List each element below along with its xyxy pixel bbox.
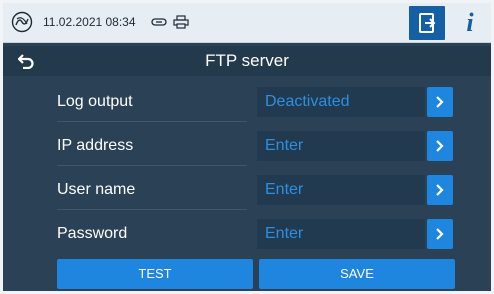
datetime: 11.02.2021 08:34 (43, 15, 136, 29)
card-icon (151, 18, 167, 26)
back-icon[interactable] (17, 53, 35, 69)
row-label: Password (57, 225, 128, 242)
password-open-button[interactable] (427, 219, 453, 249)
log-output-value[interactable]: Deactivated (257, 87, 425, 117)
setting-row-user-name: User name Enter (3, 173, 491, 213)
logout-button[interactable] (409, 6, 445, 40)
chevron-right-icon (436, 228, 444, 240)
device-logo-icon (11, 11, 33, 33)
setting-row-ip-address: IP address Enter (3, 129, 491, 169)
screen: 11.02.2021 08:34 i FTP server Log output… (3, 3, 491, 291)
log-output-open-button[interactable] (427, 87, 453, 117)
page-title: FTP server (205, 51, 289, 70)
setting-row-log-output: Log output Deactivated (3, 85, 491, 125)
ip-address-field[interactable]: Enter (257, 131, 425, 161)
save-button[interactable]: SAVE (259, 259, 455, 289)
row-divider (57, 165, 247, 166)
chevron-right-icon (436, 140, 444, 152)
title-bar: FTP server (3, 46, 491, 76)
chevron-right-icon (436, 96, 444, 108)
row-label: Log output (57, 93, 133, 110)
setting-row-password: Password Enter (3, 217, 491, 257)
row-divider (57, 209, 247, 210)
chevron-right-icon (436, 184, 444, 196)
status-bar: 11.02.2021 08:34 i (3, 3, 491, 43)
ip-address-open-button[interactable] (427, 131, 453, 161)
user-name-open-button[interactable] (427, 175, 453, 205)
info-icon[interactable]: i (455, 7, 485, 39)
test-button[interactable]: TEST (57, 259, 253, 289)
row-label: User name (57, 181, 136, 198)
printer-icon (173, 15, 189, 29)
row-divider (57, 121, 247, 122)
password-field[interactable]: Enter (257, 219, 425, 249)
logout-icon (419, 13, 436, 33)
user-name-field[interactable]: Enter (257, 175, 425, 205)
row-label: IP address (57, 137, 134, 154)
